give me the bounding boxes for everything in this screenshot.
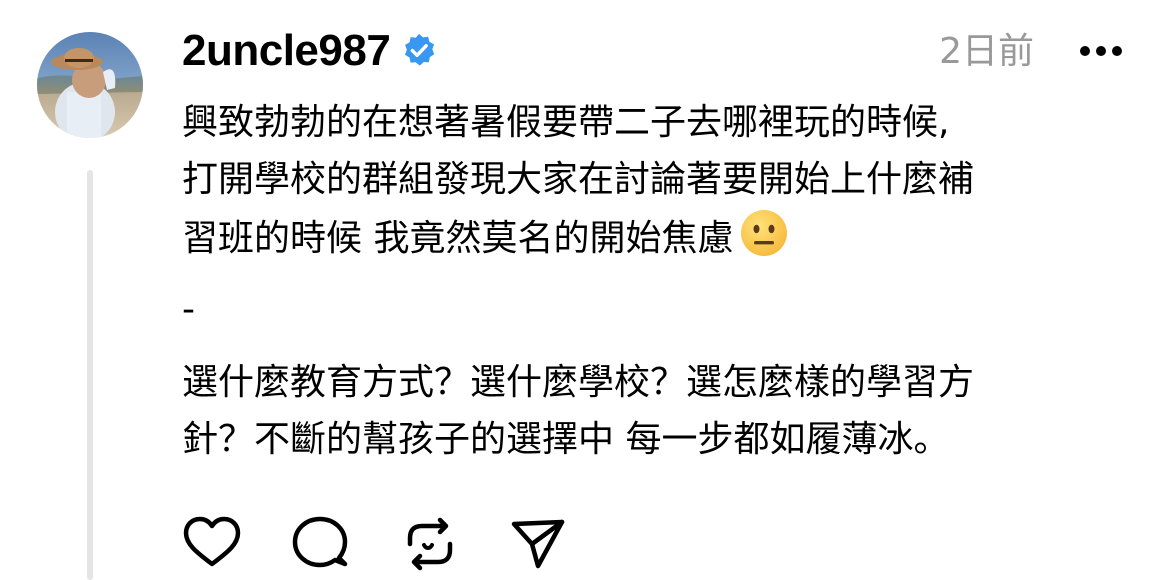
send-icon [511, 519, 565, 569]
body-line: - [182, 289, 195, 330]
action-bar [182, 514, 582, 574]
repost-icon [407, 517, 453, 571]
body-line: 選什麼教育方式？選什麼學校？選怎麼樣的學習方 [182, 362, 975, 403]
comment-button[interactable] [290, 514, 350, 574]
body-line: 打開學校的群組發現大家在討論著要開始上什麼補 [182, 159, 975, 200]
body-line: 習班的時候 我竟然莫名的開始焦慮 [182, 208, 1142, 265]
more-dot [1112, 46, 1122, 56]
like-button[interactable] [182, 514, 242, 574]
more-options-icon[interactable] [1080, 36, 1122, 66]
post-header: 2uncle987 2日前 [182, 22, 1132, 80]
post-body: 興致勃勃的在想著暑假要帶二子去哪裡玩的時候, 打開學校的群組發現大家在討論著要開… [182, 94, 1142, 468]
heart-icon [183, 516, 241, 567]
verified-badge-icon [405, 33, 435, 66]
avatar-photo [37, 32, 143, 138]
share-button[interactable] [508, 514, 568, 574]
more-dot [1080, 46, 1090, 56]
username[interactable]: 2uncle987 [182, 29, 391, 73]
avatar[interactable] [37, 32, 143, 138]
neutral-face-emoji [741, 210, 788, 256]
thread-line [87, 170, 93, 580]
repost-button[interactable] [400, 514, 460, 574]
more-dot [1096, 46, 1106, 56]
comment-icon [292, 516, 348, 568]
body-line: 針？不斷的幫孩子的選擇中 每一步都如履薄冰。 [182, 419, 950, 460]
timestamp: 2日前 [939, 31, 1034, 72]
body-line: 興致勃勃的在想著暑假要帶二子去哪裡玩的時候, [182, 102, 950, 143]
